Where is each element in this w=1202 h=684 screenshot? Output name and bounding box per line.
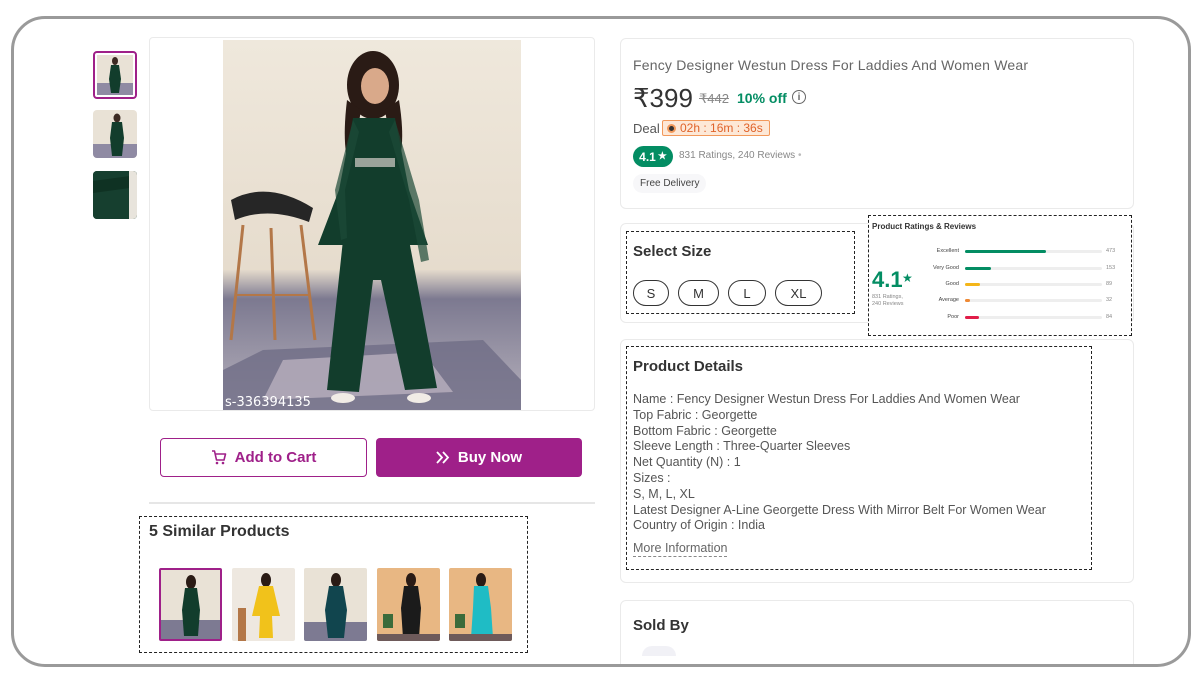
thumbnail-image	[97, 55, 133, 95]
rating-bar-track	[965, 299, 1102, 302]
rating-bar-fill	[965, 250, 1046, 253]
similar-products-title: 5 Similar Products	[149, 523, 290, 540]
rating-count: 89	[1106, 281, 1113, 287]
rating-bar-fill	[965, 299, 971, 302]
deal-timer-text: 02h : 16m : 36s	[680, 121, 763, 135]
sold-by-card	[620, 600, 1134, 664]
rating-bar-track	[965, 316, 1102, 319]
discount-label: 10% off	[737, 90, 787, 106]
rating-count: 32	[1106, 297, 1113, 303]
product-detail-line: Bottom Fabric : Georgette	[633, 423, 777, 438]
main-image-frame: s-336394135	[149, 37, 595, 411]
add-to-cart-button[interactable]: Add to Cart	[160, 438, 367, 477]
buy-now-label: Buy Now	[457, 449, 523, 466]
size-option-m[interactable]: M	[678, 280, 719, 306]
similar-product-3[interactable]	[304, 568, 367, 641]
double-chevron-right-icon	[436, 451, 450, 464]
thumbnail-image	[93, 171, 137, 219]
similar-product-2[interactable]	[232, 568, 295, 641]
rating-label: Excellent	[936, 248, 959, 254]
product-detail-line: Latest Designer A-Line Georgette Dress W…	[633, 502, 1046, 517]
cart-icon	[211, 450, 226, 465]
deal-timer: 02h : 16m : 36s	[662, 120, 770, 136]
product-detail-line: Sizes :	[633, 471, 671, 485]
rating-summary-text: 831 Ratings, 240 Reviews	[679, 150, 796, 161]
ratings-reviews-title: Product Ratings & Reviews	[872, 222, 977, 231]
sold-by-title: Sold By	[633, 617, 689, 634]
rating-badge-value: 4.1	[639, 149, 656, 164]
seller-avatar	[642, 646, 676, 656]
rating-label: Good	[945, 281, 959, 287]
product-mrp: ₹442	[699, 91, 729, 106]
rating-summary: 831 Ratings, 240 Reviews •	[679, 150, 802, 161]
more-information-link[interactable]: More Information	[633, 541, 728, 557]
thumbnail-side[interactable]	[93, 110, 137, 158]
product-detail-line: Country of Origin : India	[633, 518, 766, 533]
product-price: ₹399	[633, 83, 693, 113]
product-detail-line: Name : Fency Designer Westun Dress For L…	[633, 392, 1020, 406]
rating-bar-track	[965, 250, 1102, 253]
rating-count: 153	[1106, 265, 1116, 271]
rating-label: Average	[938, 297, 959, 303]
size-option-l[interactable]: L	[728, 280, 766, 306]
similar-product-5[interactable]	[449, 568, 512, 641]
rating-badge: 4.1 ★	[633, 146, 673, 167]
deal-label: Deal	[633, 121, 660, 136]
free-delivery-badge: Free Delivery	[633, 174, 707, 193]
rating-label: Poor	[947, 314, 959, 320]
rating-count: 84	[1106, 314, 1113, 320]
image-watermark: s-336394135	[225, 395, 311, 410]
rating-bar-track	[965, 283, 1102, 286]
size-option-xl[interactable]: XL	[775, 280, 822, 306]
product-detail-line: Sleeve Length : Three-Quarter Sleeves	[633, 439, 851, 454]
star-icon: ★	[657, 151, 667, 162]
rating-label: Very Good	[933, 265, 959, 271]
thumbnail-image	[93, 110, 137, 158]
similar-product-4[interactable]	[377, 568, 440, 641]
screenshot-frame: s-336394135 Add to Cart Buy Now 5 Simila…	[11, 16, 1191, 667]
rating-bar-fill	[965, 316, 980, 319]
model-illustration	[223, 51, 521, 410]
section-divider	[149, 502, 595, 504]
buy-now-button[interactable]: Buy Now	[376, 438, 582, 477]
rating-bar-fill	[965, 267, 992, 270]
rating-count: 473	[1106, 248, 1116, 254]
main-product-image[interactable]: s-336394135	[223, 40, 521, 410]
add-to-cart-label: Add to Cart	[234, 449, 317, 466]
product-detail-line: Top Fabric : Georgette	[633, 407, 758, 422]
rating-bar-track	[965, 267, 1102, 270]
product-detail-line: Net Quantity (N) : 1	[633, 455, 741, 470]
select-size-title: Select Size	[633, 243, 712, 260]
product-details-title: Product Details	[633, 358, 744, 375]
rating-bar-fill	[965, 283, 981, 286]
size-option-s[interactable]: S	[633, 280, 669, 306]
clock-icon	[667, 123, 676, 133]
product-detail-line: S, M, L, XL	[633, 486, 695, 501]
thumbnail-fabric-closeup[interactable]	[93, 171, 137, 219]
similar-product-1[interactable]	[159, 568, 222, 641]
thumbnail-front[interactable]	[93, 51, 137, 99]
info-icon[interactable]: i	[792, 90, 806, 104]
product-title: Fency Designer Westun Dress For Laddies …	[633, 57, 1029, 73]
